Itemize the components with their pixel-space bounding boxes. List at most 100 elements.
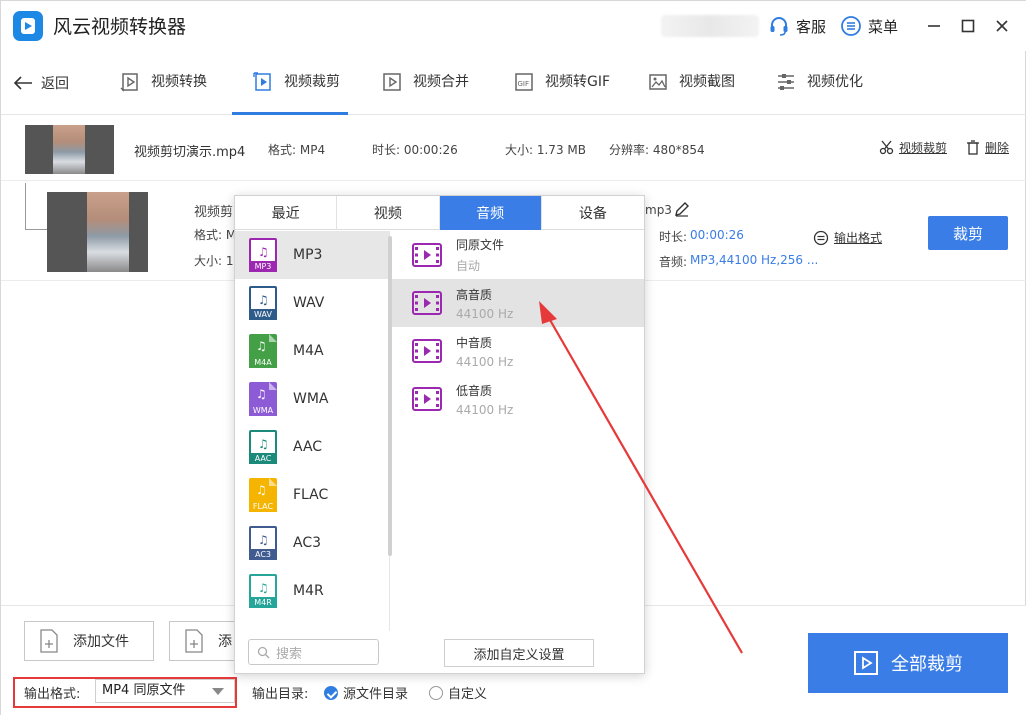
output-audio-label: 音频: [659,255,688,269]
blurred-user-info [661,15,759,37]
format-item[interactable]: ♫ FLAC FLAC [235,471,389,519]
file-duration: 时长: 00:00:26 [372,143,458,157]
audio-file-icon: ♫ M4R [249,574,277,608]
tab-video[interactable]: 视频 [337,196,440,230]
support-label: 客服 [796,17,827,36]
radio-custom-dir[interactable]: 自定义 [429,683,487,702]
back-button[interactable]: 返回 [13,73,69,93]
output-format-link-label: 输出格式 [834,231,883,245]
tab-label: 视频截图 [679,74,735,90]
audio-file-icon: ♫ FLAC [249,478,277,512]
tab-video-optimize[interactable]: 视频优化 [775,69,863,115]
maximize-button[interactable] [957,15,979,37]
arrow-left-icon [13,76,32,90]
crop-all-button[interactable]: 全部裁剪 [808,633,1008,693]
video-crop-link[interactable]: 视频裁剪 [879,139,947,156]
settings-circle-icon [813,230,829,245]
menu-button[interactable]: 菜单 [840,14,898,38]
audio-file-icon: ♫ AC3 [249,526,277,560]
quality-item[interactable]: 同原文件 自动 [392,231,644,279]
quality-text: 同原文件 自动 [456,236,504,274]
tab-label: 视频转换 [151,74,207,90]
quality-item[interactable]: 高音质 44100 Hz [392,279,644,327]
video-convert-icon [120,73,138,92]
format-item-label: M4A [293,343,324,359]
minimize-icon [928,25,940,27]
headset-icon [770,17,788,36]
video-crop-icon [253,72,271,91]
radio-source-dir[interactable]: 源文件目录 [324,683,408,702]
format-icon-tag: MP3 [249,261,277,272]
search-placeholder: 搜索 [276,646,303,662]
format-item-label: AC3 [293,535,322,551]
quality-item[interactable]: 低音质 44100 Hz [392,375,644,423]
file-row[interactable]: 视频剪切演示.mp4 格式: MP4 时长: 00:00:26 大小: 1.73… [1,119,1026,181]
add-folder-button[interactable]: 添 [169,621,239,661]
close-button[interactable] [991,15,1013,37]
format-icon-tag: WAV [249,309,277,320]
format-item[interactable]: ♫ WAV WAV [235,279,389,327]
tab-video-convert[interactable]: 视频转换 [119,69,207,115]
crop-button[interactable]: 裁剪 [928,216,1008,250]
video-file-icon [412,387,442,411]
tab-device[interactable]: 设备 [542,196,644,230]
play-box-icon [854,651,878,675]
format-icon-tag: M4A [249,357,277,368]
radio-checked-icon [324,685,338,700]
tab-recent[interactable]: 最近 [235,196,338,230]
video-file-icon [412,291,442,315]
tab-video-crop[interactable]: 视频裁剪 [232,69,348,115]
minimize-button[interactable] [923,15,945,37]
format-search-input[interactable]: 搜索 [248,639,379,665]
app-window: 风云视频转换器 客服 菜单 返回 视频转换 视频裁剪 视频合并 GIF 视频转G… [0,0,1026,715]
format-item[interactable]: ♫ AC3 AC3 [235,519,389,567]
output-format-label: 输出格式: [24,687,81,702]
tab-label: 视频优化 [807,74,863,90]
quality-item[interactable]: 中音质 44100 Hz [392,327,644,375]
format-icon-tag: WMA [249,405,277,416]
output-duration-value: 00:00:26 [690,228,744,242]
audio-file-icon: ♫ WAV [249,286,277,320]
format-item[interactable]: ♫ M4A M4A [235,327,389,375]
output-format-select[interactable]: MP4 同原文件 [95,679,235,703]
tab-video-to-gif[interactable]: GIF 视频转GIF [513,69,610,115]
tab-video-screenshot[interactable]: 视频截图 [647,69,735,115]
quality-subtitle: 自动 [456,259,481,273]
support-button[interactable]: 客服 [768,14,826,38]
format-list: ♫ MP3 MP3 ♫ WAV WAV ♫ M4A M4A ♫ WMA WMA ♫ AAC AAC ♫ FLAC… [235,231,390,631]
menu-icon [841,16,861,36]
file-size: 大小: 1.73 MB [505,143,586,157]
svg-text:GIF: GIF [518,80,530,88]
quality-text: 中音质 44100 Hz [456,334,513,369]
format-item[interactable]: ♫ AAC AAC [235,423,389,471]
edit-pencil-icon[interactable] [674,201,690,217]
quality-title: 中音质 [456,335,493,350]
radio-unchecked-icon [429,685,443,700]
output-format-link[interactable]: 输出格式 [813,229,882,246]
video-crop-link-label: 视频裁剪 [899,141,948,155]
file-name: 视频剪切演示.mp4 [134,145,246,160]
video-thumbnail [25,125,114,174]
output-format-value: MP4 同原文件 [102,683,186,698]
add-file-icon [40,629,58,653]
audio-file-icon: ♫ WMA [249,382,277,416]
output-extension: mp3 [645,203,672,217]
app-logo-icon [13,11,43,41]
tab-video-merge[interactable]: 视频合并 [381,69,469,115]
sliders-icon [778,74,794,90]
format-item[interactable]: ♫ M4R M4R [235,567,389,615]
format-item-label: WAV [293,295,325,311]
format-item[interactable]: ♫ MP3 MP3 [235,231,389,279]
delete-link[interactable]: 删除 [966,139,1009,156]
add-custom-setting-button[interactable]: 添加自定义设置 [444,639,594,667]
add-file-button[interactable]: 添加文件 [24,621,154,661]
tab-audio[interactable]: 音频 [439,196,542,230]
audio-file-icon: ♫ MP3 [249,238,277,272]
format-item[interactable]: ♫ WMA WMA [235,375,389,423]
gif-icon: GIF [515,73,533,91]
quality-text: 低音质 44100 Hz [456,382,513,417]
audio-file-icon: ♫ AAC [249,430,277,464]
format-item-label: M4R [293,583,324,599]
output-dir-label: 输出目录: [252,687,309,702]
tab-label: 视频合并 [413,74,469,90]
